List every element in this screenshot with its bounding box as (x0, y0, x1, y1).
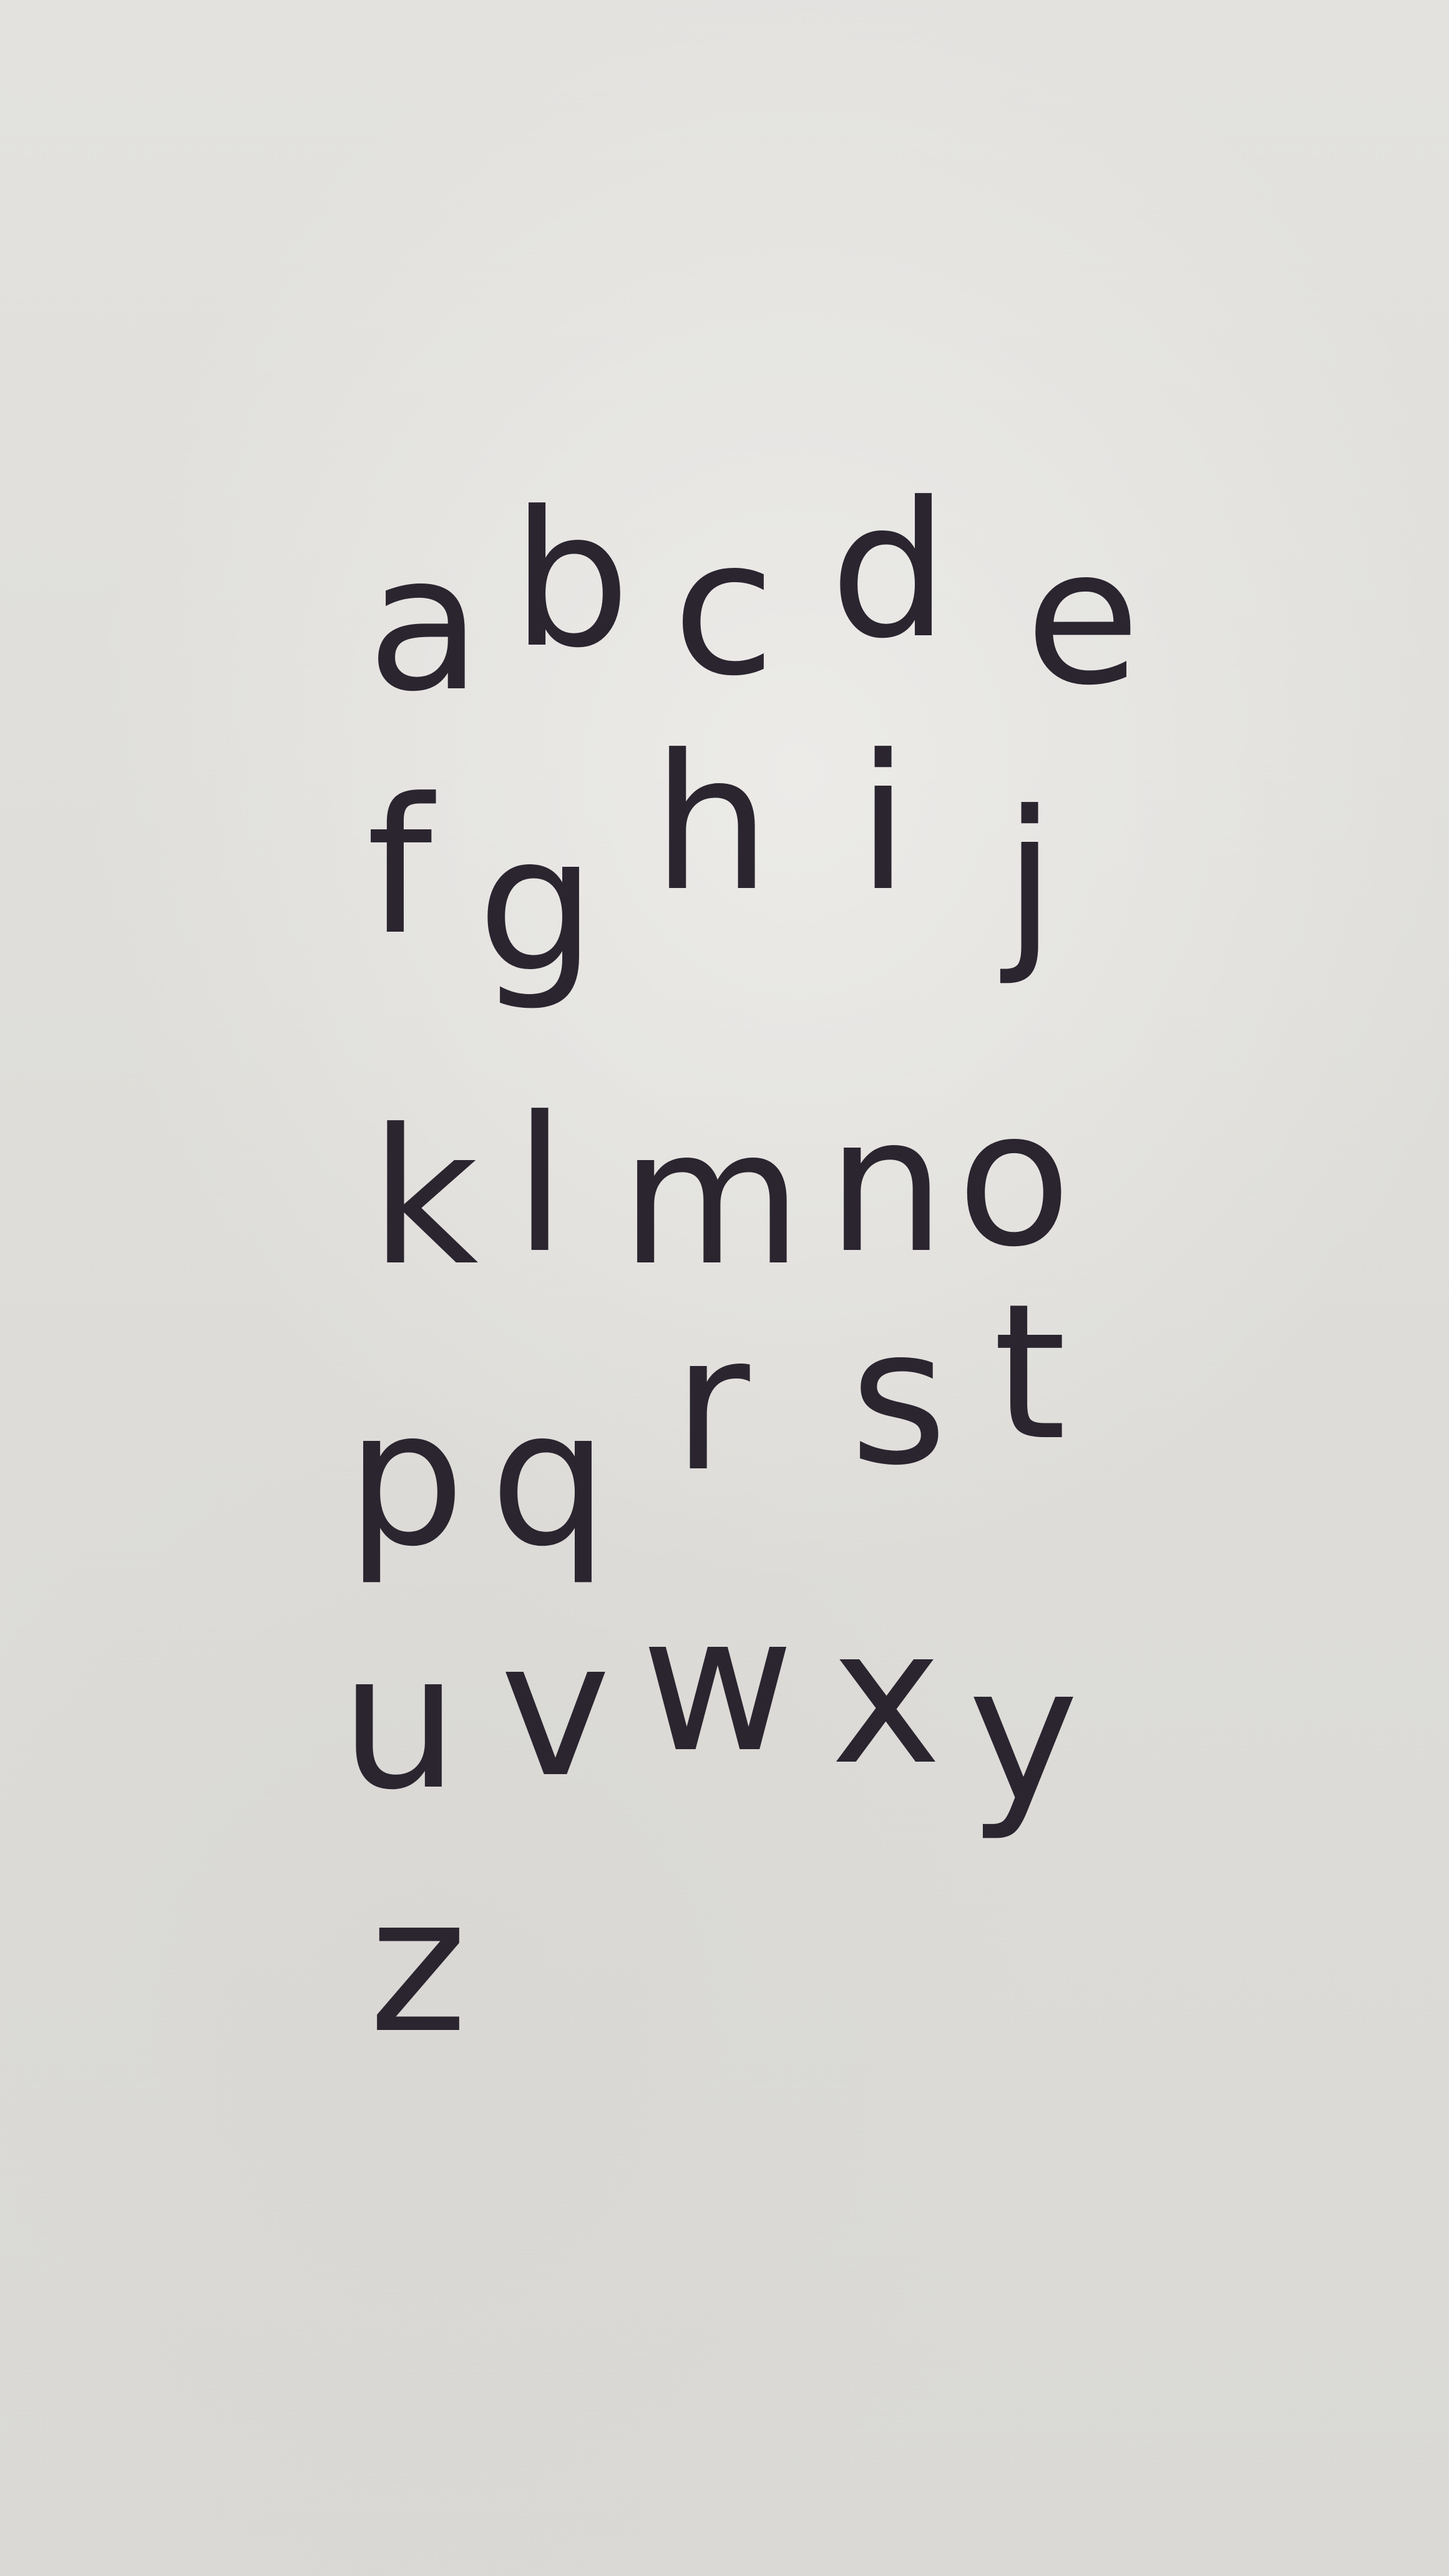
letter-o: o (957, 1070, 1071, 1288)
letter-v: v (500, 1601, 611, 1818)
paper-sheet: a b c d e f g h i j k l m n o p q r s t … (0, 0, 1449, 2576)
letter-n: n (826, 1076, 946, 1294)
letter-j: j (1003, 771, 1056, 988)
letter-i: i (857, 715, 909, 932)
letter-b: b (511, 471, 631, 689)
letter-l: l (514, 1076, 566, 1294)
letter-k: k (370, 1089, 479, 1307)
letter-s: s (849, 1289, 948, 1506)
letter-e: e (1025, 509, 1141, 726)
letter-a: a (367, 515, 482, 733)
letter-h: h (651, 715, 771, 932)
letter-t: t (993, 1264, 1066, 1481)
letter-r: r (673, 1295, 750, 1513)
letter-x: x (831, 1588, 942, 1806)
letter-z: z (369, 1856, 467, 2074)
letter-q: q (489, 1370, 609, 1588)
letter-w: w (641, 1576, 794, 1793)
letter-u: u (339, 1613, 459, 1831)
letter-y: y (968, 1626, 1079, 1843)
letter-g: g (477, 796, 597, 1013)
letter-d: d (829, 462, 949, 680)
letter-m: m (620, 1089, 803, 1307)
letter-f: f (366, 758, 432, 976)
letter-p: p (346, 1370, 466, 1588)
letter-c: c (672, 499, 776, 717)
